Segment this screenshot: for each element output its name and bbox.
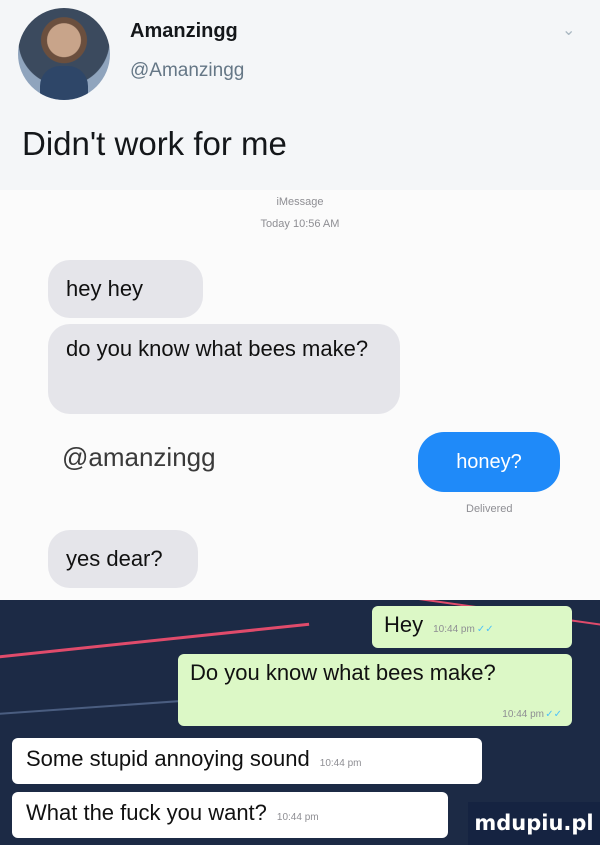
display-name[interactable]: Amanzingg <box>130 20 238 43</box>
user-handle[interactable]: @Amanzingg <box>130 60 244 82</box>
received-message-bubble: hey hey <box>48 260 203 318</box>
site-watermark: mdupiu.pl <box>468 802 600 845</box>
message-time: 10:44 pm <box>276 812 319 823</box>
message-timestamp: Today 10:56 AM <box>260 218 340 230</box>
sent-message-bubble: honey? <box>418 432 560 492</box>
received-message-bubble: do you know what bees make? <box>48 324 400 414</box>
tweet-header: Amanzingg @Amanzingg ⌄ Didn't work for m… <box>0 0 600 190</box>
sent-chat-bubble: Do you know what bees make? 10:44 pm ✓✓ <box>178 654 572 726</box>
message-time: 10:44 pm <box>319 758 362 769</box>
message-time: 10:44 pm <box>433 624 475 635</box>
read-receipt-icon: ✓✓ <box>545 709 562 720</box>
message-text: Hey <box>384 612 424 637</box>
sent-chat-bubble: Hey 10:44 pm ✓✓ <box>372 606 572 648</box>
mention-overlay: @amanzingg <box>62 442 216 472</box>
message-time: 10:44 pm <box>502 709 544 720</box>
message-text: What the fuck you want? <box>26 800 267 825</box>
chevron-down-icon[interactable]: ⌄ <box>562 20 576 39</box>
message-text: Some stupid annoying sound <box>26 746 310 771</box>
received-message-bubble: yes dear? <box>48 530 198 588</box>
message-text: Do you know what bees make? <box>190 660 496 685</box>
delivered-status: Delivered <box>466 503 513 515</box>
service-label: iMessage <box>276 196 324 208</box>
imessage-screenshot: iMessage Today 10:56 AM hey hey do you k… <box>0 190 600 600</box>
avatar[interactable] <box>18 8 110 100</box>
read-receipt-icon: ✓✓ <box>476 624 494 635</box>
tweet-text: Didn't work for me <box>22 125 287 162</box>
received-chat-bubble: What the fuck you want? 10:44 pm <box>12 792 448 838</box>
received-chat-bubble: Some stupid annoying sound 10:44 pm <box>12 738 482 784</box>
